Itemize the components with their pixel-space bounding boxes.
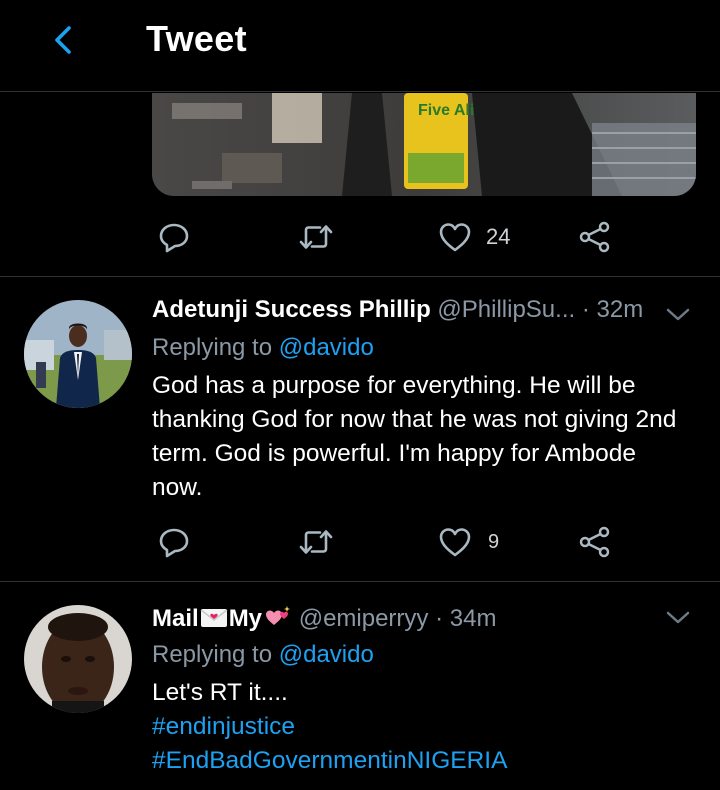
reply-button[interactable] [158, 212, 190, 262]
retweet-button[interactable] [298, 517, 334, 567]
avatar[interactable] [24, 605, 132, 713]
tweet-menu-button[interactable] [664, 305, 692, 325]
tweet-menu-button[interactable] [664, 608, 692, 628]
like-count: 9 [488, 530, 500, 553]
replying-to-label: Replying to [152, 641, 273, 668]
mention-link[interactable]: @davido [279, 641, 374, 668]
tweet-actions: 9 [0, 517, 720, 567]
tweet-text: Let's RT it.... #endinjustice #EndBadGov… [152, 676, 697, 778]
tweet-header: Adetunji Success Phillip @PhillipSu... ·… [152, 295, 643, 325]
like-count: 24 [486, 224, 511, 249]
avatar[interactable] [24, 300, 132, 408]
retweet-icon [299, 530, 333, 554]
reply-button[interactable] [158, 517, 190, 567]
tweet-text-line: Let's RT it.... [152, 679, 288, 706]
tweet-header: Mail My @emiperryy · 34m [152, 604, 496, 634]
replying-to: Replying to @davido [152, 333, 374, 363]
tweet-text-line: thanking God for now that he was not giv… [152, 406, 677, 433]
display-name-part: Mail [152, 605, 199, 632]
avatar-photo [24, 605, 132, 713]
replying-to: Replying to @davido [152, 640, 374, 670]
mention-link[interactable]: @davido [279, 334, 374, 361]
reply-tweet[interactable]: Mail My @emiperryy · 34m Replying to @da… [0, 582, 720, 790]
timestamp: · 32m [581, 296, 644, 323]
like-button[interactable]: 24 [438, 212, 510, 262]
display-name[interactable]: Mail My [152, 605, 292, 632]
display-name-part: My [228, 605, 263, 632]
tweet-text-line: term. God is powerful. I'm happy for Amb… [152, 440, 637, 467]
hashtag-link[interactable]: #endinjustice [152, 710, 697, 744]
user-handle[interactable]: @emiperryy [299, 605, 429, 632]
like-icon [439, 223, 471, 252]
user-handle[interactable]: @PhillipSu... [437, 296, 575, 323]
reply-icon [159, 528, 189, 558]
back-button[interactable] [42, 20, 86, 64]
chevron-down-icon [666, 611, 690, 624]
reply-icon [159, 223, 189, 253]
page-title: Tweet [146, 18, 247, 59]
tweet-media-image[interactable]: Five Alive [152, 93, 696, 196]
chevron-down-icon [666, 308, 690, 321]
share-icon [579, 221, 610, 253]
avatar-photo [24, 300, 132, 408]
love-letter-emoji [200, 609, 228, 627]
share-button[interactable] [578, 212, 612, 262]
sparkling-hearts-emoji [266, 606, 291, 625]
reply-tweet[interactable]: Adetunji Success Phillip @PhillipSu... ·… [0, 277, 720, 581]
tweet-text: God has a purpose for everything. He wil… [152, 369, 697, 505]
tweet-text-line: God has a purpose for everything. He wil… [152, 372, 636, 399]
media-photo: Five Alive [152, 93, 696, 196]
retweet-button[interactable] [298, 212, 334, 262]
share-icon [579, 526, 610, 558]
hashtag-link[interactable]: #EndBadGovernmentinNIGERIA [152, 744, 697, 778]
replying-to-label: Replying to [152, 334, 273, 361]
display-name[interactable]: Adetunji Success Phillip [152, 296, 431, 323]
share-button[interactable] [578, 517, 612, 567]
tweet-text-line: now. [152, 474, 203, 501]
timestamp: · 34m [435, 605, 497, 632]
like-icon [439, 528, 471, 557]
like-button[interactable]: 9 [438, 517, 499, 567]
top-bar: Tweet [0, 0, 720, 92]
back-arrow-icon [55, 26, 71, 54]
retweet-icon [299, 225, 333, 249]
tweet-actions: 24 [0, 212, 720, 262]
